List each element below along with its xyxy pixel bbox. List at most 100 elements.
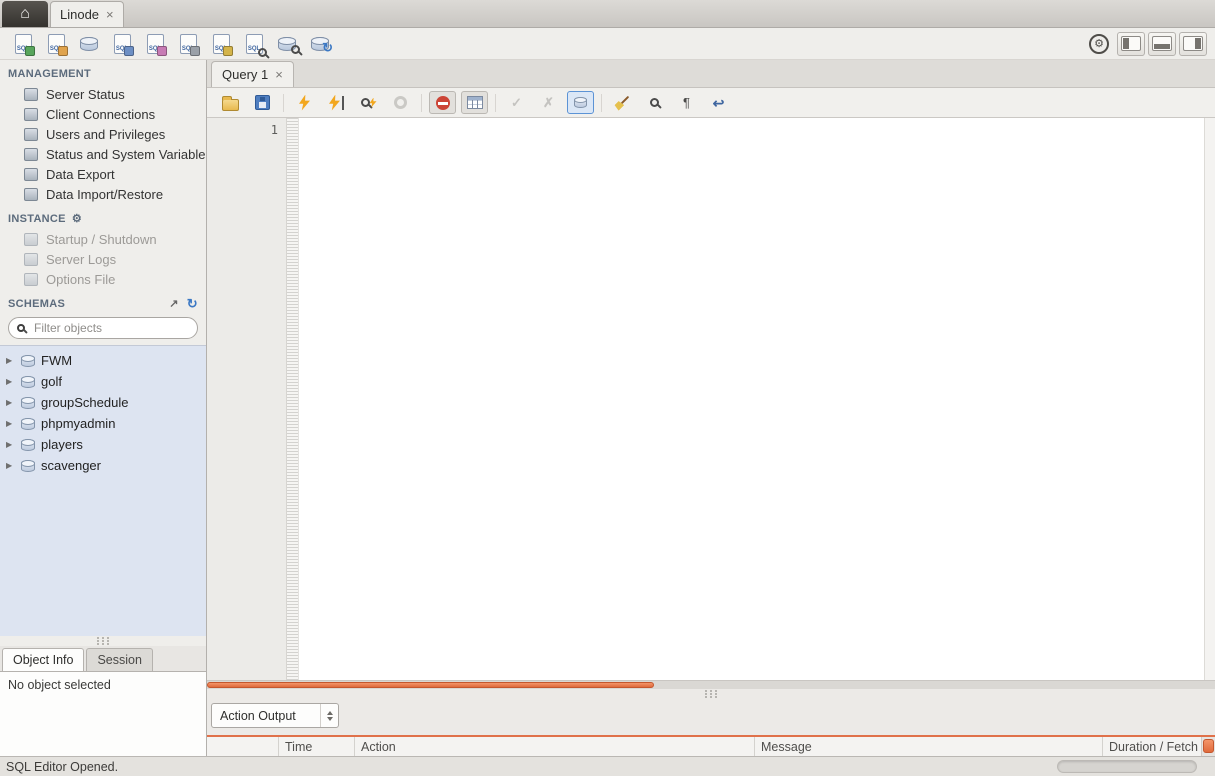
schema-name: scavenger: [41, 458, 101, 473]
open-script-button[interactable]: [217, 91, 244, 114]
sidebar-item-label: Server Logs: [46, 251, 117, 267]
expand-arrow-icon[interactable]: ▶: [6, 461, 15, 470]
sidebar-item-startup-shutdown[interactable]: Startup / Shutdown: [0, 229, 206, 249]
column-header-message: Message: [755, 737, 1103, 756]
close-connection-tab-icon[interactable]: ×: [106, 8, 114, 21]
refresh-schemas-icon[interactable]: ↻: [187, 297, 198, 310]
sidebar-item-data-import-restore[interactable]: Data Import/Restore: [0, 184, 206, 204]
main-toolbar: ↻ ⚙: [0, 28, 1215, 60]
new-query-tab-button[interactable]: [8, 31, 38, 57]
create-table-button[interactable]: [107, 31, 137, 57]
tab-object-info[interactable]: Object Info: [2, 648, 85, 671]
show-inspector-button[interactable]: [272, 31, 302, 57]
sql-editor-area: Query 1 × ✓ ✗ ¶ ↩ 1 Action Output Time A…: [207, 60, 1215, 756]
sidebar-item-data-export[interactable]: Data Export: [0, 164, 206, 184]
create-procedure-button[interactable]: [173, 31, 203, 57]
toolbar-separator: [601, 93, 602, 112]
execute-query-button[interactable]: [291, 91, 318, 114]
open-sql-script-button[interactable]: [41, 31, 71, 57]
schema-filter-input[interactable]: [32, 320, 189, 336]
right-panel-icon: [1183, 36, 1203, 51]
expand-arrow-icon[interactable]: ▶: [6, 377, 15, 386]
toggle-autocommit-button[interactable]: [567, 91, 594, 114]
output-vertical-scrollbar[interactable]: [1201, 737, 1215, 756]
schema-item-fwm[interactable]: ▶ FWM: [0, 350, 206, 371]
rollback-button[interactable]: ✗: [535, 91, 562, 114]
instance-badge-icon: ⚙: [71, 213, 82, 225]
commit-button[interactable]: ✓: [503, 91, 530, 114]
create-view-button[interactable]: [140, 31, 170, 57]
toggle-invisible-chars-button[interactable]: ¶: [673, 91, 700, 114]
sidebar-bottom-tabs: Object Info Session: [0, 646, 206, 671]
stop-query-button[interactable]: [387, 91, 414, 114]
toggle-word-wrap-button[interactable]: ↩: [705, 91, 732, 114]
output-splitter[interactable]: [207, 689, 1215, 698]
expand-schemas-icon[interactable]: ↗: [169, 297, 179, 310]
beautify-query-button[interactable]: [609, 91, 636, 114]
reconnect-dbms-button[interactable]: ↻: [305, 31, 335, 57]
line-number: 1: [270, 123, 278, 137]
toggle-stop-on-error-button[interactable]: [429, 91, 456, 114]
execute-current-statement-button[interactable]: [323, 91, 350, 114]
find-button[interactable]: [641, 91, 668, 114]
open-folder-icon: [222, 95, 239, 111]
options-file-icon: [24, 272, 38, 286]
tab-query-1[interactable]: Query 1 ×: [211, 61, 294, 87]
refresh-icon: ↻: [322, 39, 333, 55]
schema-item-players[interactable]: ▶ players: [0, 434, 206, 455]
sidebar-item-server-logs[interactable]: Server Logs: [0, 249, 206, 269]
sidebar-item-label: Client Connections: [46, 106, 156, 122]
create-table-icon: [113, 33, 134, 56]
limit-rows-button[interactable]: [461, 91, 488, 114]
sidebar-item-status-system-variables[interactable]: Status and System Variables: [0, 144, 206, 164]
expand-arrow-icon[interactable]: ▶: [6, 419, 15, 428]
editor-horizontal-scrollbar[interactable]: [207, 680, 1215, 689]
main-toolbar-right-group: ⚙: [1084, 31, 1207, 57]
output-type-select[interactable]: Action Output: [211, 703, 339, 728]
home-tab[interactable]: ⌂: [2, 1, 48, 27]
sidebar-item-options-file[interactable]: Options File: [0, 269, 206, 289]
create-function-button[interactable]: [206, 31, 236, 57]
close-query-tab-icon[interactable]: ×: [275, 68, 283, 81]
connection-tab-linode[interactable]: Linode ×: [50, 1, 124, 27]
code-input-area[interactable]: [299, 118, 1204, 680]
schema-item-golf[interactable]: ▶ golf: [0, 371, 206, 392]
scrollbar-thumb[interactable]: [207, 682, 654, 688]
toggle-right-sidebar-button[interactable]: [1179, 31, 1207, 56]
find-magnifier-icon: [650, 98, 659, 107]
toggle-output-area-button[interactable]: [1148, 31, 1176, 56]
schema-tree: ▶ FWM ▶ golf ▶ groupSchedule ▶ phpmyadmi…: [0, 345, 206, 636]
expand-arrow-icon[interactable]: ▶: [6, 440, 15, 449]
search-table-data-button[interactable]: [239, 31, 269, 57]
object-info-panel: No object selected: [0, 671, 206, 756]
tab-session[interactable]: Session: [86, 648, 153, 671]
instance-section-header: INSTANCE ⚙: [0, 204, 206, 229]
scrollbar-thumb[interactable]: [1203, 739, 1214, 753]
create-schema-button[interactable]: [74, 31, 104, 57]
data-export-icon: [24, 167, 38, 181]
sidebar-item-label: Options File: [46, 271, 116, 287]
explain-query-button[interactable]: [355, 91, 382, 114]
editor-vertical-scrollbar[interactable]: [1204, 118, 1215, 680]
magnifier-icon: [291, 44, 300, 54]
sidebar-splitter[interactable]: [0, 636, 206, 646]
schema-item-phpmyadmin[interactable]: ▶ phpmyadmin: [0, 413, 206, 434]
sidebar-item-server-status[interactable]: Server Status: [0, 84, 206, 104]
status-system-variables-icon: [24, 147, 38, 161]
column-label: Action: [361, 739, 396, 754]
schema-name: groupSchedule: [41, 395, 129, 410]
broom-icon: [615, 95, 630, 110]
schema-icon: [21, 459, 35, 472]
save-script-button[interactable]: [249, 91, 276, 114]
expand-arrow-icon[interactable]: ▶: [6, 356, 15, 365]
sidebar-item-client-connections[interactable]: Client Connections: [0, 104, 206, 124]
schema-item-groupschedule[interactable]: ▶ groupSchedule: [0, 392, 206, 413]
schema-item-scavenger[interactable]: ▶ scavenger: [0, 455, 206, 476]
expand-arrow-icon[interactable]: ▶: [6, 398, 15, 407]
schema-name: FWM: [41, 353, 73, 368]
toggle-left-sidebar-button[interactable]: [1117, 31, 1145, 56]
users-privileges-icon: [24, 127, 38, 141]
sidebar-item-users-privileges[interactable]: Users and Privileges: [0, 124, 206, 144]
preferences-button[interactable]: ⚙: [1084, 31, 1114, 57]
status-progress-well: [1057, 760, 1197, 773]
